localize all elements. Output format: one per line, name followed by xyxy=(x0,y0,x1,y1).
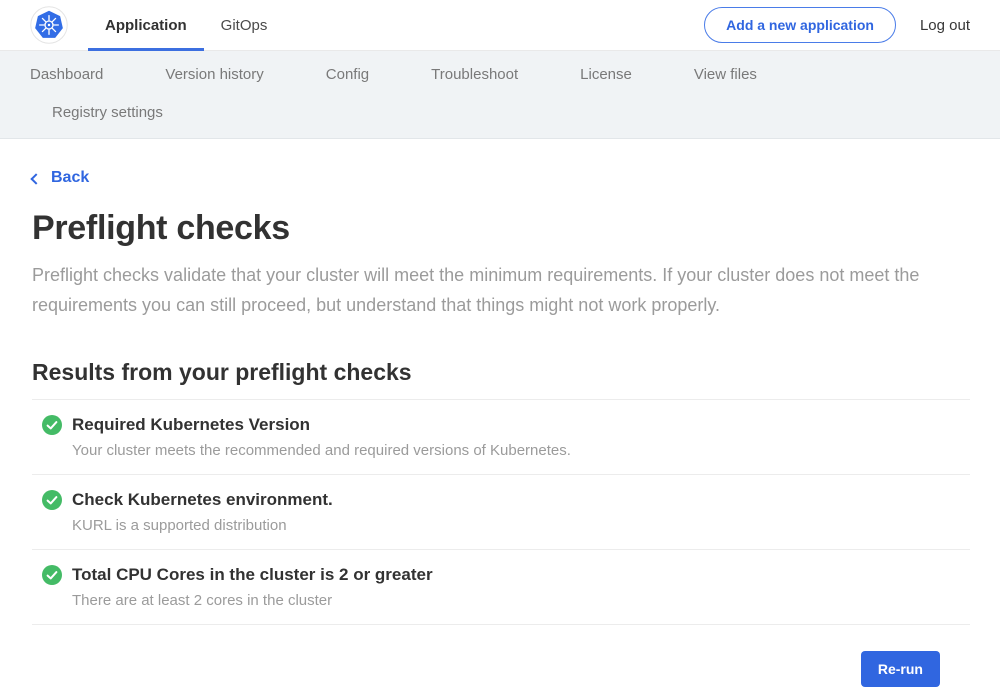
check-pass-icon xyxy=(42,415,62,435)
preflight-check-list: Required Kubernetes Version Your cluster… xyxy=(32,399,970,625)
footer-actions: Re-run xyxy=(32,625,970,687)
check-detail: There are at least 2 cores in the cluste… xyxy=(72,592,433,609)
page-title: Preflight checks xyxy=(32,209,970,248)
rerun-button[interactable]: Re-run xyxy=(861,651,940,687)
check-title: Required Kubernetes Version xyxy=(72,414,571,435)
check-title: Check Kubernetes environment. xyxy=(72,489,333,510)
check-row-kubernetes-version: Required Kubernetes Version Your cluster… xyxy=(32,399,970,474)
back-link-label: Back xyxy=(51,169,89,187)
check-detail: Your cluster meets the recommended and r… xyxy=(72,442,571,459)
kubernetes-logo-icon xyxy=(30,6,68,44)
subnav-item-license[interactable]: License xyxy=(580,56,632,94)
tab-gitops-label: GitOps xyxy=(221,17,268,34)
subnav-item-registry-settings[interactable]: Registry settings xyxy=(52,94,163,132)
app-subnav: Dashboard Version history Config Trouble… xyxy=(0,51,1000,139)
add-new-application-button[interactable]: Add a new application xyxy=(704,7,896,43)
tab-application-label: Application xyxy=(105,17,187,34)
top-header: Application GitOps Add a new application… xyxy=(0,0,1000,51)
back-link[interactable]: Back xyxy=(32,169,89,187)
main-content: Back Preflight checks Preflight checks v… xyxy=(0,139,1000,687)
check-title: Total CPU Cores in the cluster is 2 or g… xyxy=(72,564,433,585)
check-row-kubernetes-environment: Check Kubernetes environment. KURL is a … xyxy=(32,474,970,549)
subnav-item-view-files[interactable]: View files xyxy=(694,56,757,94)
logout-link[interactable]: Log out xyxy=(920,17,970,34)
subnav-item-troubleshoot[interactable]: Troubleshoot xyxy=(431,56,518,94)
check-detail: KURL is a supported distribution xyxy=(72,517,333,534)
header-actions: Add a new application Log out xyxy=(704,7,970,43)
subnav-item-config[interactable]: Config xyxy=(326,56,369,94)
page-description: Preflight checks validate that your clus… xyxy=(32,260,970,320)
chevron-left-icon xyxy=(30,173,41,184)
tab-gitops[interactable]: GitOps xyxy=(204,0,285,51)
check-row-cpu-cores: Total CPU Cores in the cluster is 2 or g… xyxy=(32,549,970,625)
subnav-item-dashboard[interactable]: Dashboard xyxy=(30,56,103,94)
tab-application[interactable]: Application xyxy=(88,0,204,51)
check-pass-icon xyxy=(42,565,62,585)
subnav-item-version-history[interactable]: Version history xyxy=(165,56,263,94)
results-heading: Results from your preflight checks xyxy=(32,359,970,386)
check-pass-icon xyxy=(42,490,62,510)
